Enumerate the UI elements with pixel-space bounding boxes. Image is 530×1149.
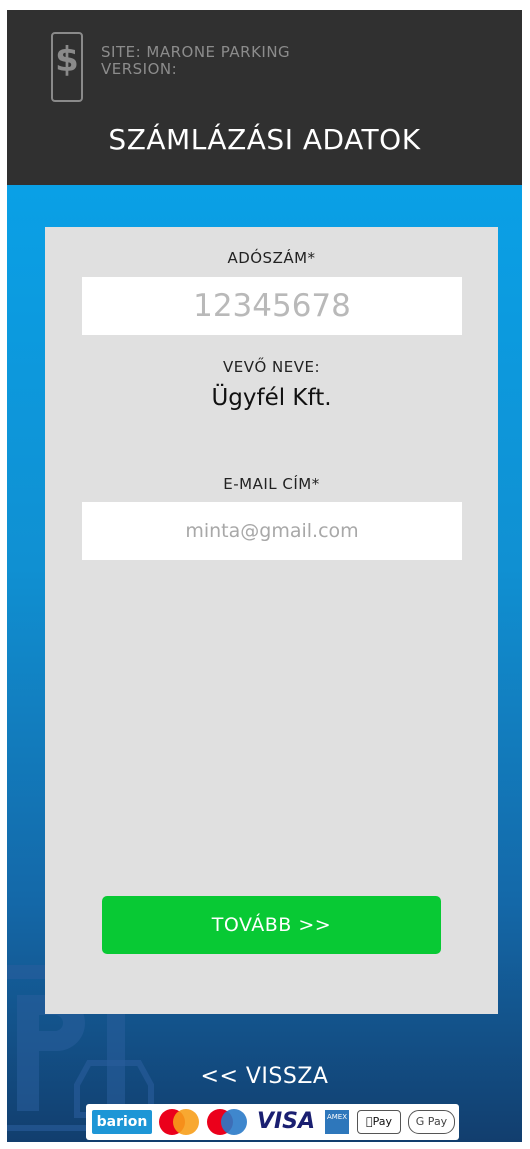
customer-name-value: Ügyfél Kft.: [211, 385, 332, 411]
email-input[interactable]: [82, 502, 462, 560]
site-name: SITE: MARONE PARKING: [101, 43, 291, 61]
billing-form-card: ADÓSZÁM* VEVŐ NEVE: Ügyfél Kft. E-MAIL C…: [45, 227, 498, 1014]
version-label: VERSION:: [101, 60, 178, 78]
barion-logo-icon: barion: [92, 1110, 152, 1134]
back-link[interactable]: << VISSZA: [7, 1064, 522, 1089]
page-title: SZÁMLÁZÁSI ADATOK: [108, 123, 421, 156]
customer-name-label: VEVŐ NEVE:: [222, 358, 321, 376]
amex-logo-icon: AMEX: [325, 1110, 349, 1134]
dollar-phone-icon: $: [51, 32, 83, 102]
tax-number-input[interactable]: [82, 277, 462, 335]
apple-pay-logo-icon: Pay: [357, 1110, 401, 1134]
header: $ SITE: MARONE PARKING VERSION: SZÁMLÁZÁ…: [7, 10, 522, 185]
google-pay-logo-icon: G Pay: [408, 1110, 455, 1134]
visa-logo-icon: VISA: [256, 1109, 316, 1134]
maestro-logo-icon: [207, 1109, 247, 1135]
mastercard-logo-icon: [159, 1109, 199, 1135]
next-button[interactable]: TOVÁBB >>: [102, 896, 441, 954]
email-label: E-MAIL CÍM*: [223, 475, 320, 493]
main-area: ADÓSZÁM* VEVŐ NEVE: Ügyfél Kft. E-MAIL C…: [7, 185, 522, 1142]
site-info: SITE: MARONE PARKING VERSION:: [101, 44, 290, 78]
tax-number-label: ADÓSZÁM*: [227, 249, 316, 267]
app-frame: $ SITE: MARONE PARKING VERSION: SZÁMLÁZÁ…: [7, 10, 522, 1142]
payment-methods-strip: barion VISA AMEX Pay G Pay: [86, 1104, 459, 1140]
